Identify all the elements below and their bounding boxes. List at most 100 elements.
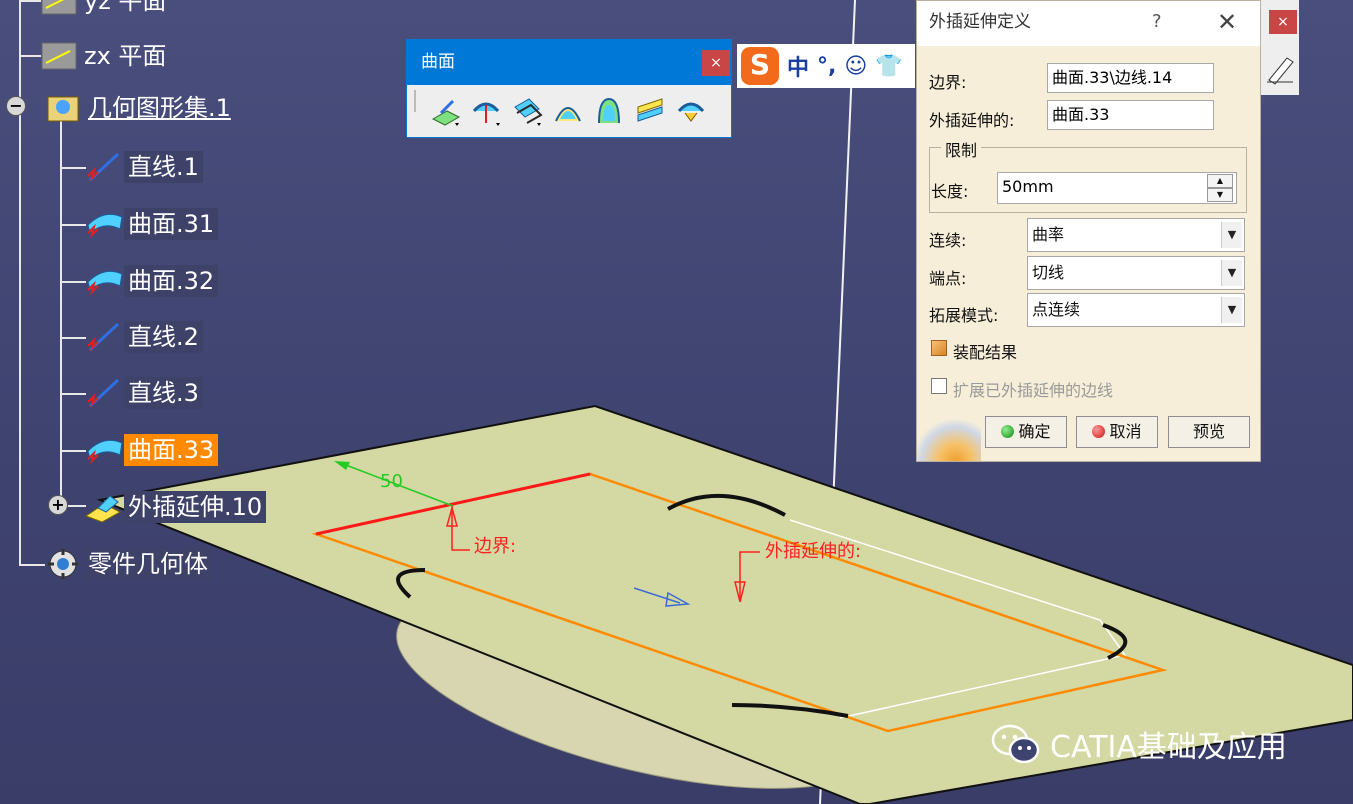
cancel-button[interactable]: 取消 xyxy=(1076,416,1158,448)
propagation-value: 点连续 xyxy=(1032,300,1081,319)
sketch-icon[interactable] xyxy=(1265,50,1295,86)
limit-group-title: 限制 xyxy=(941,137,982,161)
tree-label[interactable]: 曲面.31 xyxy=(124,208,219,240)
tree-node-line-2[interactable]: 直线.2 xyxy=(84,320,203,354)
tree-trunk xyxy=(19,0,21,566)
tree-node-line-3[interactable]: 直线.3 xyxy=(84,376,203,410)
tree-label[interactable]: 零件几何体 xyxy=(84,548,212,580)
ime-skin-icon[interactable]: 👕 xyxy=(875,54,902,79)
surface-icon xyxy=(84,207,124,241)
mini-toolbar-close-button[interactable]: × xyxy=(1269,10,1297,34)
boundary-field[interactable]: 曲面.33\边线.14 xyxy=(1047,63,1214,93)
extrapolated-label: 外插延伸的: xyxy=(929,111,1015,130)
watermark-text: CATIA基础及应用 xyxy=(1050,730,1287,765)
surface-icon xyxy=(84,264,124,298)
tree-node-surface-32[interactable]: 曲面.32 xyxy=(84,264,219,298)
tree-connector xyxy=(60,393,86,395)
multi-section-icon[interactable] xyxy=(634,95,666,127)
ime-chinese-mode[interactable]: 中 xyxy=(787,50,809,82)
dialog-titlebar[interactable]: 外插延伸定义 ? ✕ xyxy=(917,1,1260,46)
ime-punctuation[interactable]: °, xyxy=(817,54,836,79)
part-body-icon xyxy=(44,547,84,581)
tree-label[interactable]: zx 平面 xyxy=(80,40,170,72)
endpoints-label: 端点: xyxy=(929,269,967,288)
tree-node-extrapolate-10[interactable]: 外插延伸.10 xyxy=(84,490,267,524)
extend-edges-label[interactable]: 扩展已外插延伸的边线 xyxy=(953,377,1113,401)
line-icon xyxy=(84,320,124,354)
watermark: CATIA基础及应用 xyxy=(990,722,1287,766)
length-field[interactable]: 50mm xyxy=(997,172,1237,204)
tree-connector xyxy=(19,564,45,566)
extrude-icon[interactable] xyxy=(429,95,461,127)
propagation-label: 拓展模式: xyxy=(929,306,999,325)
dialog-close-button[interactable]: ✕ xyxy=(1217,1,1237,43)
geometrical-set-icon xyxy=(44,91,84,125)
ime-logo-icon[interactable]: S xyxy=(741,47,779,85)
mini-toolbar[interactable]: × xyxy=(1261,0,1299,95)
spin-up-icon[interactable]: ▲ xyxy=(1207,174,1233,188)
length-spinner[interactable]: ▲ ▼ xyxy=(1207,174,1233,202)
endpoints-select[interactable]: 切线 ▼ xyxy=(1027,256,1245,290)
continuity-label: 连续: xyxy=(929,231,967,250)
tree-node-surface-33[interactable]: 曲面.33 xyxy=(84,433,219,467)
revolve-icon[interactable] xyxy=(470,95,502,127)
toolbar-grip[interactable] xyxy=(414,90,419,112)
assemble-result-label[interactable]: 装配结果 xyxy=(953,339,1017,363)
tree-label[interactable]: yz 平面 xyxy=(80,0,170,17)
tree-label[interactable]: 曲面.32 xyxy=(124,265,219,297)
dropdown-arrow-icon[interactable]: ▼ xyxy=(1221,260,1242,286)
boundary-label: 边界: xyxy=(929,73,967,92)
extrapolate-definition-dialog[interactable]: 外插延伸定义 ? ✕ 边界: 曲面.33\边线.14 外插延伸的: 曲面.33 … xyxy=(916,0,1261,462)
fill-icon[interactable] xyxy=(593,95,625,127)
toolbar-title[interactable]: 曲面 × xyxy=(407,40,731,85)
tree-label[interactable]: 外插延伸.10 xyxy=(124,491,267,523)
spin-down-icon[interactable]: ▼ xyxy=(1207,188,1233,202)
dropdown-arrow-icon[interactable]: ▼ xyxy=(1221,222,1242,248)
tree-label[interactable]: 直线.2 xyxy=(124,321,203,353)
tree-label[interactable]: 直线.1 xyxy=(124,151,203,183)
tree-connector xyxy=(60,450,86,452)
tree-node-line-1[interactable]: 直线.1 xyxy=(84,150,203,184)
plane-icon xyxy=(40,39,80,73)
blend-icon[interactable] xyxy=(675,95,707,127)
length-label: 长度: xyxy=(931,182,969,201)
boundary-annotation: 边界: xyxy=(474,536,516,557)
preview-button[interactable]: 预览 xyxy=(1168,416,1250,448)
tree-connector xyxy=(60,281,86,283)
tree-node-yz-plane[interactable]: yz 平面 xyxy=(40,0,170,18)
offset-icon[interactable] xyxy=(511,95,543,127)
dropdown-arrow-icon[interactable]: ▼ xyxy=(1221,297,1242,323)
assemble-result-checkbox[interactable] xyxy=(931,340,947,356)
line-icon xyxy=(84,150,124,184)
tree-connector xyxy=(60,224,86,226)
sweep-icon[interactable] xyxy=(552,95,584,127)
tree-branch xyxy=(60,118,62,506)
preview-label: 预览 xyxy=(1192,422,1225,441)
extend-edges-checkbox[interactable] xyxy=(931,378,947,394)
dialog-title: 外插延伸定义 xyxy=(929,12,1031,32)
expand-icon[interactable]: + xyxy=(48,495,68,515)
ime-toolbar[interactable]: S 中 °, ☺ 👕 xyxy=(737,44,915,88)
help-button[interactable]: ? xyxy=(1152,1,1162,43)
tree-label[interactable]: 几何图形集.1 xyxy=(84,92,235,124)
tree-label[interactable]: 直线.3 xyxy=(124,377,203,409)
continuity-select[interactable]: 曲率 ▼ xyxy=(1027,218,1245,252)
tree-connector xyxy=(19,0,41,2)
tree-node-part-body[interactable]: 零件几何体 xyxy=(44,547,212,581)
ok-button[interactable]: 确定 xyxy=(985,416,1067,448)
tree-node-geometrical-set[interactable]: 几何图形集.1 xyxy=(44,91,235,125)
catia-logo-icon xyxy=(917,419,981,461)
ime-emoji-icon[interactable]: ☺ xyxy=(844,54,867,79)
collapse-icon[interactable]: − xyxy=(6,96,26,116)
tree-node-surface-31[interactable]: 曲面.31 xyxy=(84,207,219,241)
dimension-value[interactable]: 50 xyxy=(380,471,403,492)
tree-connector xyxy=(19,55,41,57)
tree-label-selected[interactable]: 曲面.33 xyxy=(124,434,219,466)
toolbar-close-button[interactable]: × xyxy=(702,50,730,76)
extrapolated-field[interactable]: 曲面.33 xyxy=(1047,100,1214,130)
wechat-icon xyxy=(990,722,1042,766)
extrapolate-icon xyxy=(84,490,124,524)
tree-node-zx-plane[interactable]: zx 平面 xyxy=(40,39,170,73)
propagation-select[interactable]: 点连续 ▼ xyxy=(1027,293,1245,327)
surfaces-toolbar[interactable]: 曲面 × xyxy=(406,39,732,138)
